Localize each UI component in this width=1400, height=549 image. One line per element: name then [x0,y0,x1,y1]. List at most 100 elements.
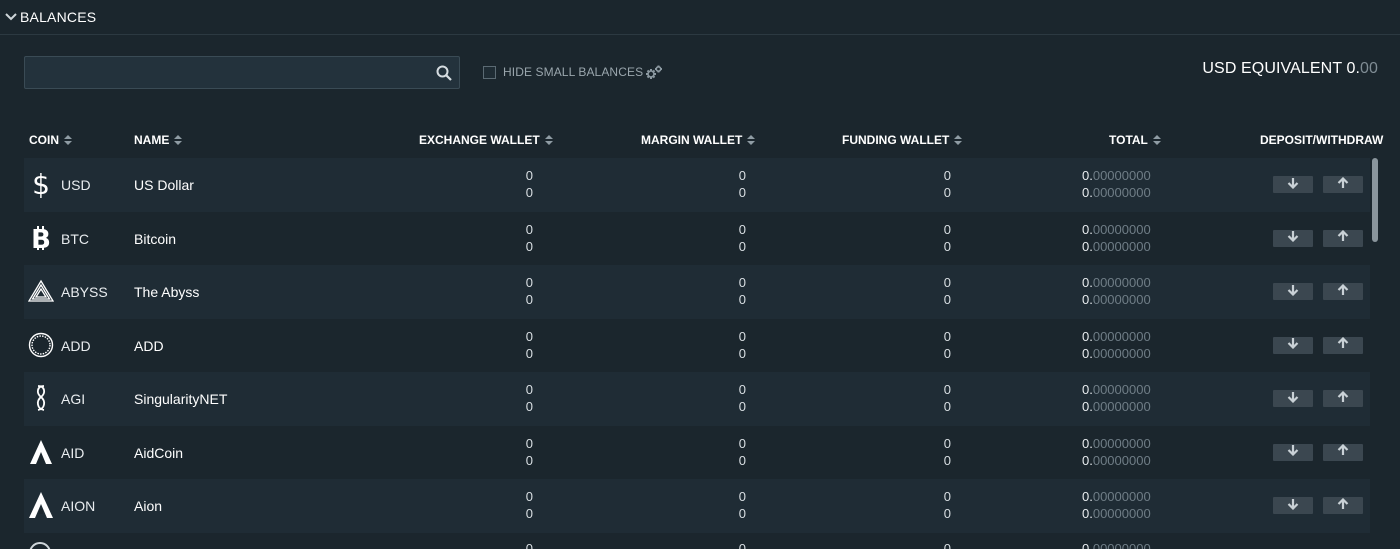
arrow-down-icon [1287,497,1299,515]
funding-value: 0 [943,435,951,451]
total-value: 0.00000000 [1082,275,1151,290]
table-row: $ USD US Dollar 0 0 0 0 0 0 0.00000000 0… [24,158,1370,212]
funding-value: 0 [943,238,951,254]
singularitynet-icon [28,385,54,411]
hide-small-balances-toggle[interactable]: HIDE SMALL BALANCES [483,65,643,79]
search-icon[interactable] [435,64,453,82]
column-name[interactable]: NAME [134,133,183,147]
column-coin[interactable]: COIN [29,133,72,147]
withdraw-button[interactable] [1323,229,1363,247]
arrow-up-icon [1337,176,1349,194]
arrow-up-icon [1337,390,1349,408]
sort-icon[interactable] [954,135,963,145]
deposit-button[interactable] [1273,283,1313,300]
search-box[interactable] [24,56,460,89]
aidcoin-icon [28,439,54,465]
sort-icon[interactable] [747,135,756,145]
margin-value: 0 [738,292,746,307]
usd-equivalent-dec: 00 [1360,60,1378,77]
exchange-value: 0 [525,345,533,361]
column-exchange-label: EXCHANGE WALLET [419,133,540,147]
withdraw-button[interactable] [1323,390,1363,407]
search-input[interactable] [25,57,459,88]
gears-icon[interactable] [644,64,664,82]
arrow-down-icon [1287,390,1299,408]
total-dec: 00000000 [1092,221,1151,237]
dollar-icon: $ [28,170,54,198]
aion-icon [28,492,54,518]
deposit-button[interactable] [1273,176,1313,193]
funding-value: 0 [943,292,951,307]
total-dec: 00000000 [1092,185,1151,200]
margin-value: 0 [738,275,746,290]
coin-icon [29,542,51,549]
funding-value: 0 [943,506,951,521]
arrow-down-icon [1287,283,1299,301]
total-value: 0.00000000 [1082,222,1151,237]
total-value: 0.00000000 [1082,453,1151,468]
table-header: COIN NAME EXCHANGE WALLET MARGIN WALLET … [0,133,1400,151]
exchange-value: 0 [525,275,533,290]
coin-code: USD [61,177,91,193]
margin-value: 0 [738,452,746,468]
sort-icon[interactable] [544,135,553,145]
column-funding-wallet[interactable]: FUNDING WALLET [842,133,963,147]
hide-small-balances-checkbox[interactable] [483,65,496,79]
column-margin-label: MARGIN WALLET [641,133,743,147]
coin-code: ABYSS [61,284,108,300]
column-total[interactable]: TOTAL [1109,133,1161,147]
scrollbar-thumb[interactable] [1372,158,1378,242]
sort-icon[interactable] [174,135,183,145]
sort-icon[interactable] [64,135,72,145]
column-name-label: NAME [134,133,170,147]
chevron-down-icon[interactable] [4,10,18,24]
exchange-value: 0 [525,452,533,468]
arrow-down-icon [1287,443,1299,461]
deposit-button[interactable] [1273,336,1313,354]
withdraw-button[interactable] [1323,176,1363,193]
deposit-button[interactable] [1273,229,1313,247]
sort-icon[interactable] [1152,135,1161,145]
total-int: 0. [1082,168,1093,183]
column-exchange-wallet[interactable]: EXCHANGE WALLET [419,133,553,147]
withdraw-button[interactable] [1323,283,1363,300]
table-row: B BTC Bitcoin 0 0 0 0 0 0 0.00000000 0.0… [24,211,1370,265]
total-dec: 00000000 [1092,489,1151,504]
column-margin-wallet[interactable]: MARGIN WALLET [641,133,756,147]
total-value: 0.00000000 [1082,329,1151,344]
usd-equivalent-int: 0. [1346,60,1360,77]
funding-value: 0 [943,168,951,183]
deposit-button[interactable] [1273,443,1313,461]
total-int: 0. [1082,399,1093,414]
withdraw-button[interactable] [1323,336,1363,354]
usd-equivalent: USD EQUIVALENT 0.00 [1202,60,1378,78]
abyss-icon [28,278,54,304]
withdraw-button[interactable] [1323,497,1363,514]
total-value: 0.00000000 [1082,185,1151,200]
section-header[interactable]: BALANCES [0,0,1400,35]
exchange-value: 0 [525,382,533,397]
total-int: 0. [1082,452,1093,468]
exchange-value: 0 [525,221,533,237]
deposit-button[interactable] [1273,390,1313,407]
margin-value: 0 [738,541,746,549]
table-row: AID AidCoin 0 0 0 0 0 0 0.00000000 0.000… [24,425,1370,479]
deposit-button[interactable] [1273,497,1313,514]
scrollbar[interactable] [1372,158,1378,549]
total-int: 0. [1082,345,1093,361]
margin-value: 0 [738,345,746,361]
table-row-partial: 0 0 0 0.00000000 [24,532,1370,549]
margin-value: 0 [738,489,746,504]
total-int: 0. [1082,506,1093,521]
withdraw-button[interactable] [1323,443,1363,461]
total-dec: 00000000 [1092,382,1151,397]
svg-text:B: B [31,225,51,252]
exchange-value: 0 [525,185,533,200]
coin-name: SingularityNET [134,391,228,407]
total-dec: 00000000 [1092,345,1151,361]
funding-value: 0 [943,489,951,504]
margin-value: 0 [738,506,746,521]
coin-code: ADD [61,337,91,354]
total-int: 0. [1082,489,1093,504]
funding-value: 0 [943,185,951,200]
